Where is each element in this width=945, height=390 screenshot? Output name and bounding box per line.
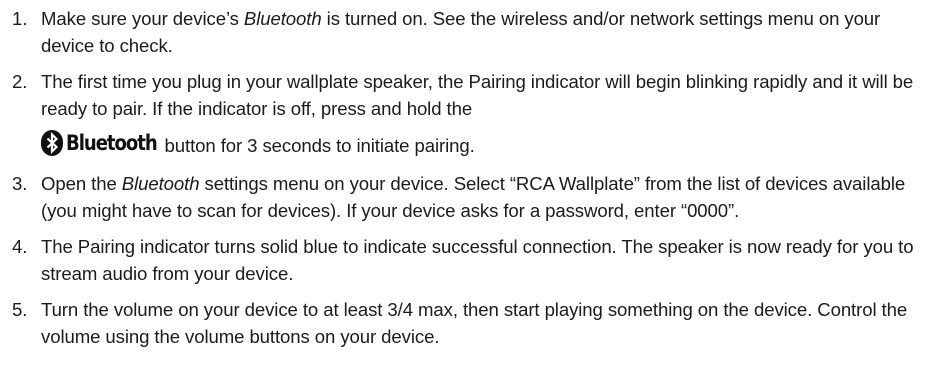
step-text: button for 3 seconds to initiate pairing… — [159, 135, 475, 156]
bluetooth-button-label: Bluetooth — [66, 131, 158, 155]
step-5: 5. Turn the volume on your device to at … — [10, 296, 935, 350]
step-emphasis: Bluetooth — [243, 8, 322, 29]
bluetooth-button-line: Bluetooth button for 3 seconds to initia… — [41, 128, 935, 161]
step-text: Turn the volume on your device to at lea… — [41, 299, 908, 347]
step-4: 4. The Pairing indicator turns solid blu… — [10, 233, 935, 287]
step-number: 2. — [12, 71, 28, 92]
step-number: 5. — [12, 299, 28, 320]
pairing-steps-list: 1. Make sure your device’s Bluetooth is … — [10, 5, 935, 350]
step-text: Make sure your device’s — [41, 8, 244, 29]
step-1: 1. Make sure your device’s Bluetooth is … — [10, 5, 935, 59]
step-text: The first time you plug in your wallplat… — [41, 71, 914, 119]
step-3: 3. Open the Bluetooth settings menu on y… — [10, 170, 935, 224]
step-text: Open the — [41, 173, 122, 194]
bluetooth-button-graphic: Bluetooth — [41, 128, 159, 158]
instructions-page: 1. Make sure your device’s Bluetooth is … — [0, 0, 945, 390]
step-text: The Pairing indicator turns solid blue t… — [41, 236, 914, 284]
step-number: 4. — [12, 236, 28, 257]
bluetooth-icon — [41, 130, 63, 156]
step-number: 3. — [12, 173, 28, 194]
step-number: 1. — [12, 8, 28, 29]
step-emphasis: Bluetooth — [121, 173, 200, 194]
step-2: 2. The first time you plug in your wallp… — [10, 68, 935, 161]
